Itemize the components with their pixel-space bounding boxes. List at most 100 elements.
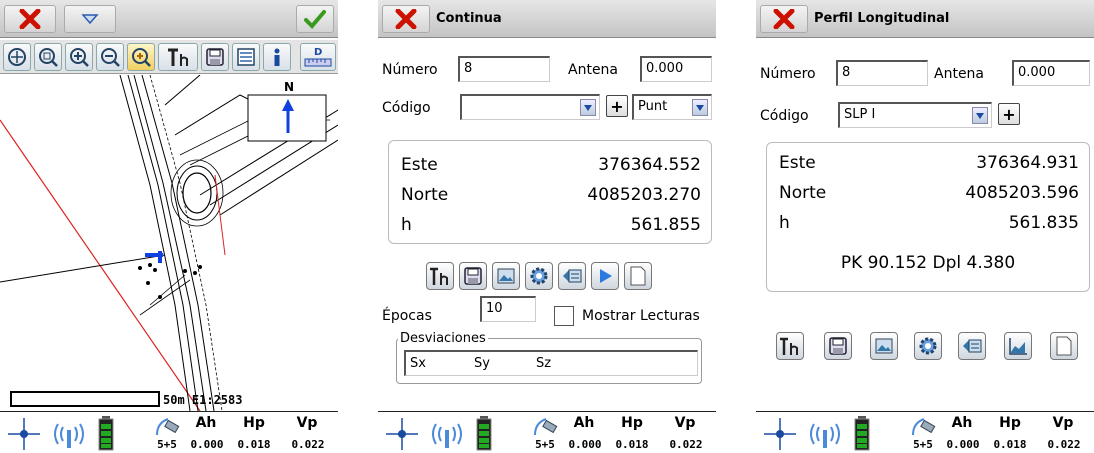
status-bar: 5+5 Ah 0.000 Hp 0.018 Vp 0.022 <box>378 411 716 453</box>
codigo-select[interactable] <box>460 94 600 120</box>
desviaciones-field[interactable]: Sx Sy Sz <box>404 350 698 376</box>
close-button[interactable] <box>382 5 430 33</box>
settings-button[interactable] <box>525 262 553 290</box>
zoom-pan-icon <box>132 48 151 67</box>
save-button[interactable] <box>459 262 487 290</box>
mostrar-lecturas-checkbox[interactable] <box>554 306 574 326</box>
map-screen: D N 50m E1:2583 5+5 Ah 0.000 Hp 0.018 Vp… <box>0 0 338 453</box>
vp-label: Vp <box>674 415 696 431</box>
antenna-height-icon <box>430 267 448 285</box>
h-label: h <box>401 215 412 235</box>
play-button[interactable] <box>591 262 619 290</box>
battery-icon[interactable] <box>854 415 870 451</box>
save-button[interactable] <box>201 43 229 71</box>
este-label: Este <box>401 155 438 175</box>
codigo-select[interactable]: SLP I <box>838 102 992 128</box>
battery-icon[interactable] <box>98 415 114 451</box>
antenna-height-button[interactable] <box>158 43 198 71</box>
zoom-out-button[interactable] <box>96 43 124 71</box>
accept-check-icon <box>304 10 326 29</box>
mostrar-lecturas-label: Mostrar Lecturas <box>582 308 700 324</box>
coordinates-panel: Este 376364.552 Norte 4085203.270 h 561.… <box>388 140 712 244</box>
add-code-button[interactable]: + <box>998 103 1020 125</box>
accept-button[interactable] <box>296 5 334 33</box>
vp-value: 0.022 <box>1047 438 1081 451</box>
antenna-height-button[interactable] <box>426 262 454 290</box>
north-label: N <box>284 80 295 94</box>
zoom-pan-button[interactable] <box>127 43 155 71</box>
chevron-down-icon[interactable] <box>972 107 988 124</box>
title-bar <box>0 0 338 38</box>
satellite-icon[interactable] <box>532 415 558 437</box>
profile-chart-button[interactable] <box>1004 332 1032 360</box>
hp-value: 0.018 <box>993 438 1027 451</box>
photo-button[interactable] <box>492 262 520 290</box>
sats-value: 5+5 <box>535 438 555 451</box>
photo-button[interactable] <box>870 332 898 360</box>
play-icon <box>600 269 612 283</box>
este-label: Este <box>779 153 816 173</box>
layers-button[interactable] <box>958 332 986 360</box>
map-toolbar: D <box>0 40 338 74</box>
new-page-button[interactable] <box>1050 332 1078 360</box>
vp-label: Vp <box>296 415 318 431</box>
epocas-label: Épocas <box>382 308 432 324</box>
menu-dropdown-button[interactable] <box>64 5 116 33</box>
status-bar: 5+5 Ah 0.000 Hp 0.018 Vp 0.022 <box>0 411 338 453</box>
window-title: Perfil Longitudinal <box>814 11 950 26</box>
satellite-icon[interactable] <box>154 415 180 437</box>
close-button[interactable] <box>760 5 808 33</box>
title-bar: Perfil Longitudinal <box>756 0 1094 38</box>
zoom-in-button[interactable] <box>65 43 93 71</box>
satellite-icon[interactable] <box>910 415 936 437</box>
zoom-window-icon <box>39 48 58 67</box>
radio-signal-icon[interactable] <box>428 418 466 450</box>
info-icon <box>274 48 280 66</box>
tipo-select[interactable]: Punt <box>632 94 712 120</box>
codigo-value: SLP I <box>844 107 876 122</box>
layers-button[interactable] <box>232 43 260 71</box>
page-icon <box>630 266 646 286</box>
sats-value: 5+5 <box>157 438 177 451</box>
info-button[interactable] <box>263 43 291 71</box>
chevron-down-icon[interactable] <box>692 99 708 116</box>
sz-label: Sz <box>536 356 552 371</box>
radio-signal-icon[interactable] <box>806 418 844 450</box>
zoom-extents-button[interactable] <box>3 43 31 71</box>
distance-button[interactable]: D <box>300 43 336 71</box>
desviaciones-label: Desviaciones <box>398 331 488 346</box>
layers-icon <box>963 339 982 353</box>
gps-crosshair-icon[interactable] <box>384 416 420 452</box>
hp-value: 0.018 <box>237 438 271 451</box>
settings-icon <box>530 267 548 285</box>
numero-field[interactable]: 8 <box>836 60 928 86</box>
layers-button[interactable] <box>558 262 586 290</box>
close-button[interactable] <box>4 5 56 33</box>
zoom-window-button[interactable] <box>34 43 62 71</box>
h-value: 561.855 <box>630 215 701 235</box>
save-button[interactable] <box>824 332 852 360</box>
battery-icon[interactable] <box>476 415 492 451</box>
new-page-button[interactable] <box>624 262 652 290</box>
gps-crosshair-icon[interactable] <box>762 416 798 452</box>
gps-crosshair-icon[interactable] <box>6 416 42 452</box>
chevron-down-icon[interactable] <box>580 99 596 116</box>
coordinates-panel: Este 376364.931 Norte 4085203.596 h 561.… <box>766 142 1090 292</box>
profile-chart-icon <box>1009 338 1027 355</box>
epocas-field[interactable]: 10 <box>480 296 536 322</box>
norte-label: Norte <box>401 185 449 205</box>
zoom-extents-icon <box>8 48 26 66</box>
add-code-button[interactable]: + <box>606 95 628 117</box>
layers-icon <box>563 269 582 283</box>
radio-signal-icon[interactable] <box>50 418 88 450</box>
antena-field[interactable]: 0.000 <box>640 56 712 82</box>
map-drawing <box>0 75 338 411</box>
settings-button[interactable] <box>914 332 942 360</box>
antena-label: Antena <box>934 66 985 82</box>
antena-field[interactable]: 0.000 <box>1012 60 1090 86</box>
zoom-out-icon <box>101 48 120 67</box>
h-label: h <box>779 213 790 233</box>
antenna-height-button[interactable] <box>776 332 804 360</box>
map-canvas[interactable]: N <box>0 75 338 411</box>
numero-field[interactable]: 8 <box>458 56 550 82</box>
